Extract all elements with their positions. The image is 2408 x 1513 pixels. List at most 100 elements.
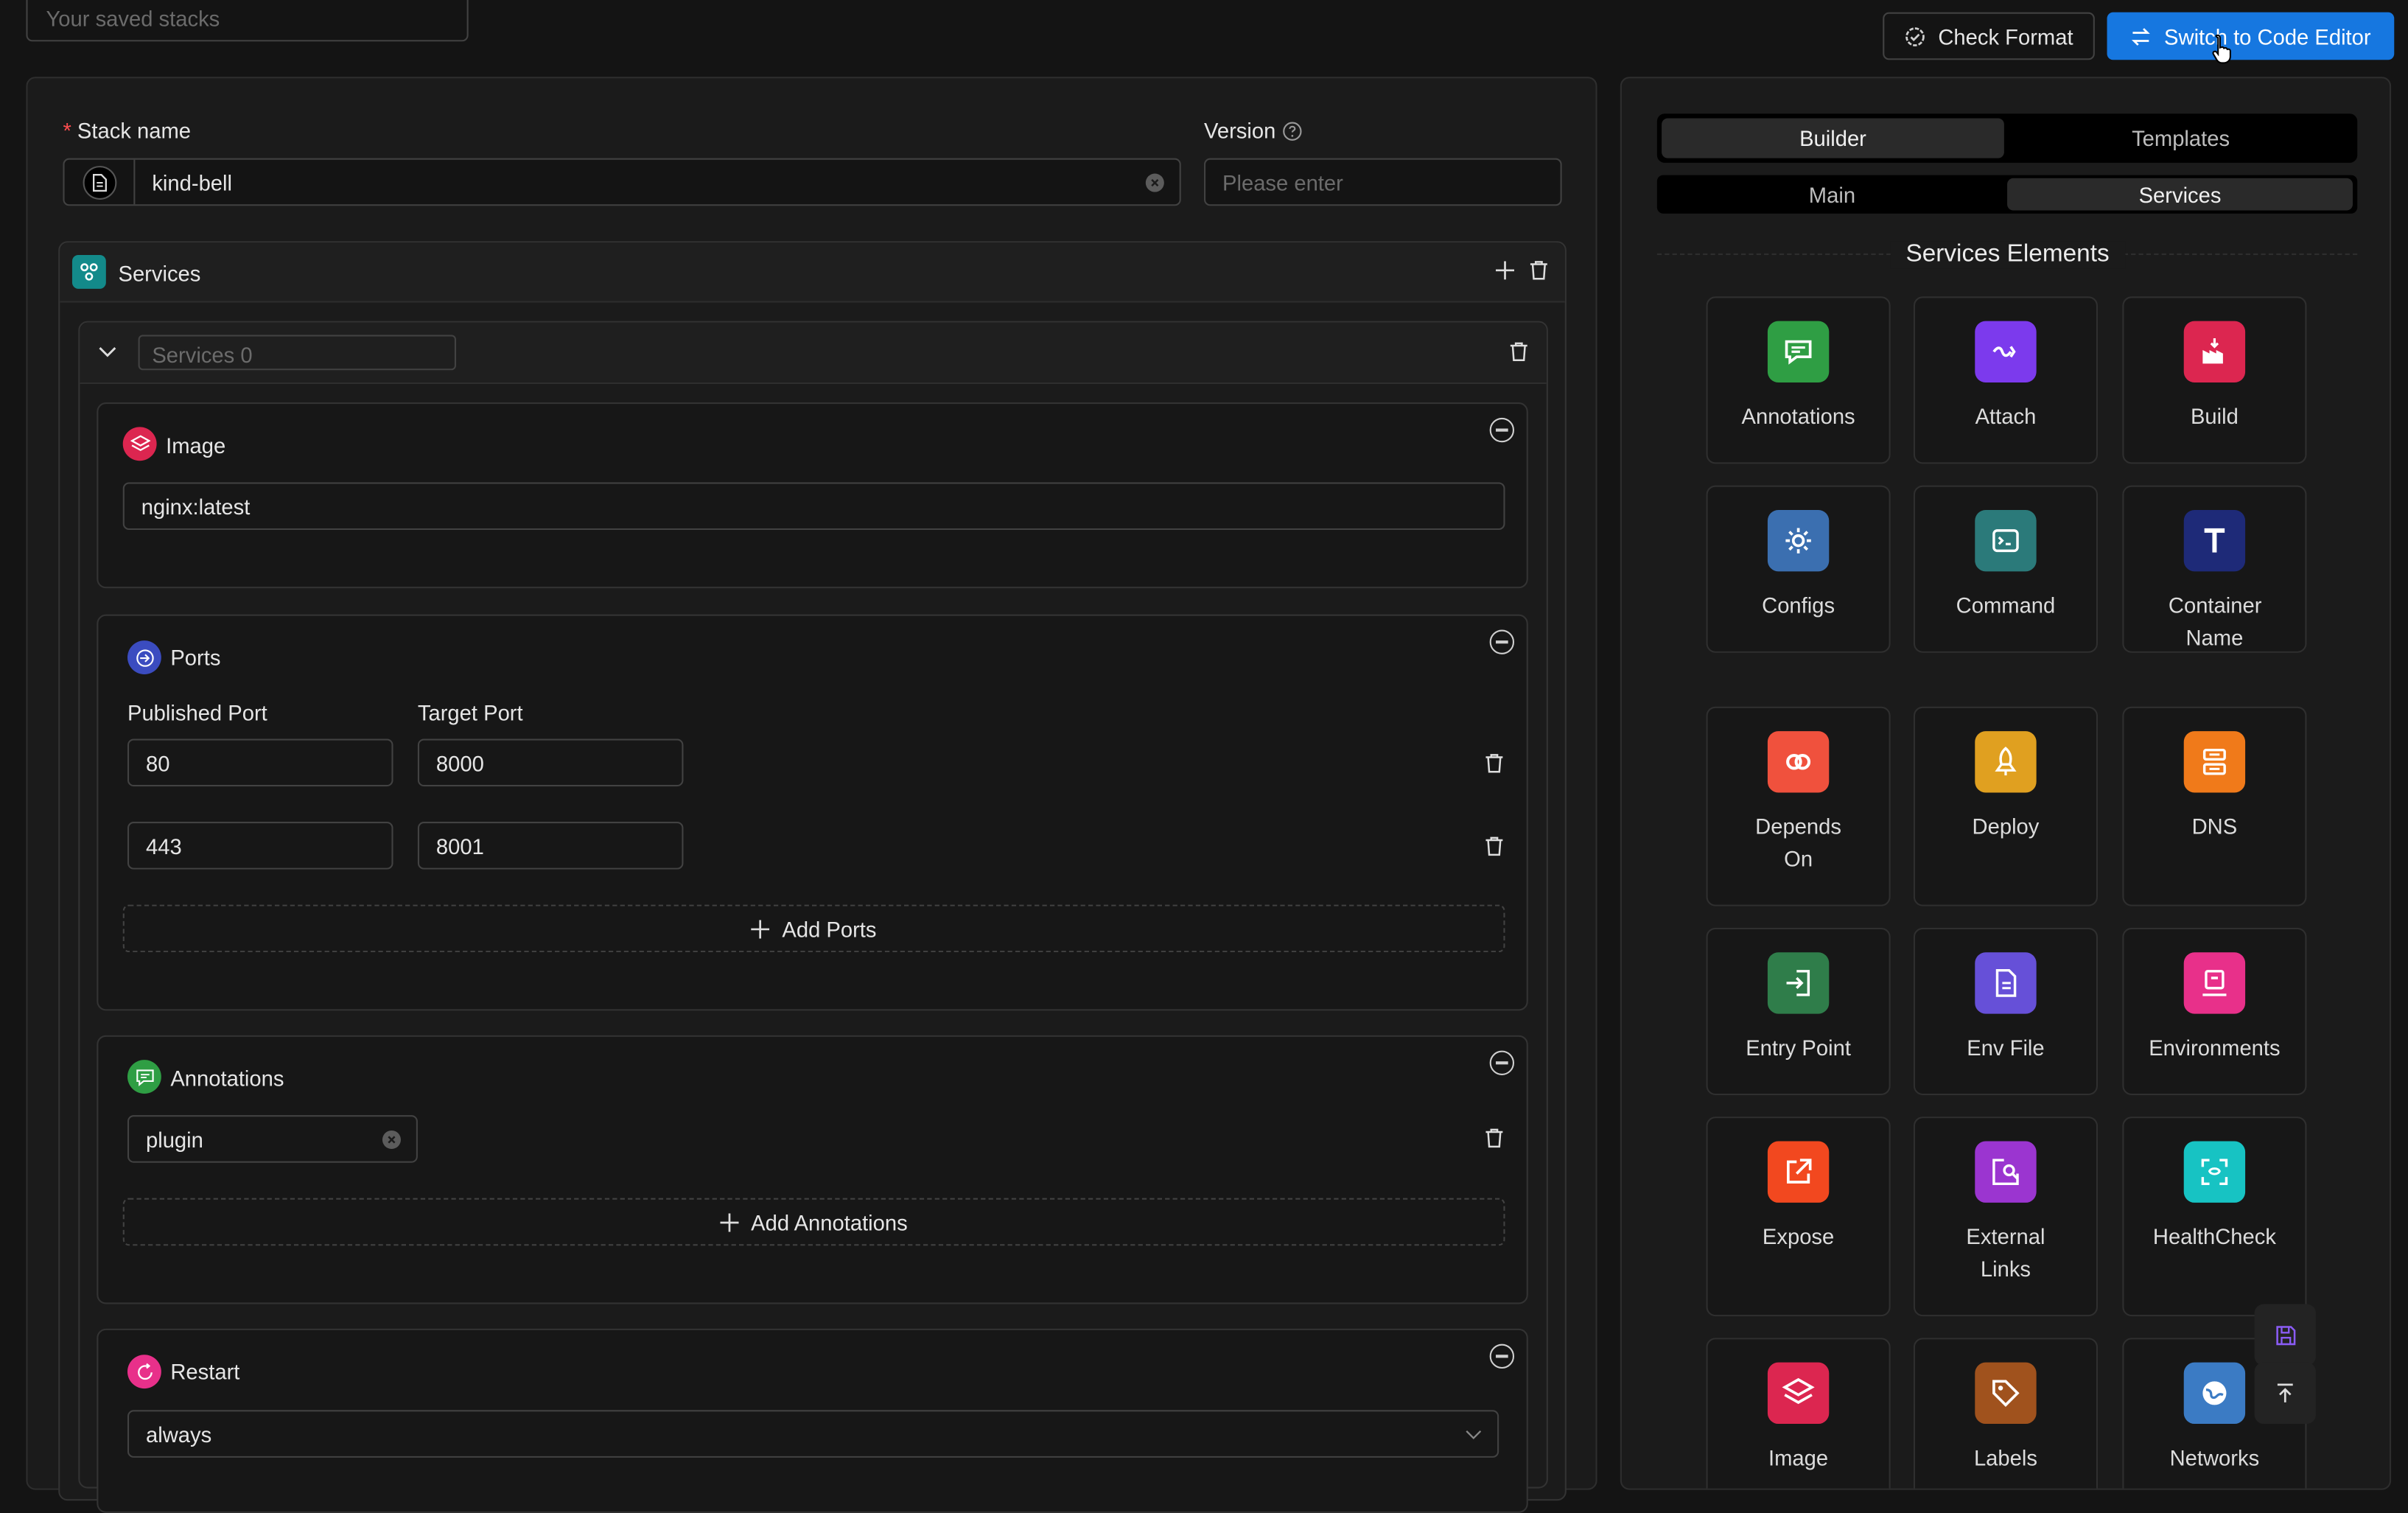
published-port-input[interactable]: 80 xyxy=(127,738,393,787)
trash-icon[interactable] xyxy=(1528,259,1550,281)
back-to-top-button[interactable] xyxy=(2254,1362,2316,1425)
element-tile-annotations[interactable]: Annotations xyxy=(1706,296,1891,464)
saved-stacks-placeholder: Your saved stacks xyxy=(46,6,220,31)
rocket-icon xyxy=(1975,731,2037,793)
remove-ports-icon[interactable] xyxy=(1489,629,1515,654)
stack-name-field[interactable]: kind-bell xyxy=(63,158,1181,206)
target-port-value: 8000 xyxy=(435,751,484,776)
image-card-title: Image xyxy=(166,433,226,458)
factory-icon xyxy=(2183,321,2246,382)
element-tile-environments[interactable]: Environments xyxy=(2122,927,2307,1096)
element-tile-build[interactable]: Build xyxy=(2122,296,2307,464)
add-ports-button[interactable]: Add Ports xyxy=(122,904,1505,953)
check-format-label: Check Format xyxy=(1938,24,2073,49)
trash-icon[interactable] xyxy=(1483,1128,1505,1149)
trash-icon[interactable] xyxy=(1508,341,1530,363)
trash-icon[interactable] xyxy=(1483,752,1505,774)
annotation-input[interactable]: plugin xyxy=(127,1115,418,1163)
file-icon xyxy=(1975,952,2037,1014)
annotations-card-title: Annotations xyxy=(170,1066,284,1091)
restart-select[interactable]: always xyxy=(127,1410,1499,1458)
chevron-down-icon[interactable] xyxy=(98,344,116,360)
restart-value: always xyxy=(145,1422,212,1447)
element-tile-container-name[interactable]: Container Name xyxy=(2122,485,2307,653)
target-port-value: 8001 xyxy=(435,834,484,859)
service-item: Services 0 Image nginx:latest Ports Publ… xyxy=(78,321,1548,1513)
element-tile-depends-on[interactable]: Depends On xyxy=(1706,706,1891,906)
element-tile-external-links[interactable]: External Links xyxy=(1913,1117,2099,1317)
tag-icon xyxy=(1975,1362,2037,1425)
stack-form-panel: * Stack name kind-bell Version Please en… xyxy=(26,77,1597,1513)
element-tile-label: Labels xyxy=(1973,1445,2037,1470)
server-icon xyxy=(2183,731,2246,793)
elements-sidebar: Builder Templates Main Services Services… xyxy=(1620,77,2392,1490)
restart-card-title: Restart xyxy=(170,1359,240,1384)
element-tile-expose[interactable]: Expose xyxy=(1706,1117,1891,1317)
save-icon xyxy=(2275,1325,2295,1345)
target-port-input[interactable]: 8001 xyxy=(417,822,684,870)
element-tile-attach[interactable]: Attach xyxy=(1913,296,2099,464)
ports-card: Ports Published Port Target Port 80 8000… xyxy=(97,614,1528,1011)
link-icon xyxy=(1975,321,2037,382)
element-tile-label: Environments xyxy=(2149,1035,2281,1061)
element-tile-label: Build xyxy=(2190,404,2239,429)
element-tile-label: External Links xyxy=(1966,1224,2045,1282)
external-icon xyxy=(1767,1141,1830,1203)
element-tile-label: Container Name xyxy=(2168,593,2262,650)
required-mark: * xyxy=(63,118,71,143)
target-port-input[interactable]: 8000 xyxy=(417,738,684,787)
element-tile-labels[interactable]: Labels xyxy=(1913,1338,2099,1489)
check-format-button[interactable]: Check Format xyxy=(1883,12,2095,60)
clear-icon[interactable] xyxy=(1145,173,1164,192)
element-tile-healthcheck[interactable]: HealthCheck xyxy=(2122,1117,2307,1317)
port-icon xyxy=(127,640,161,674)
element-tile-configs[interactable]: Configs xyxy=(1706,485,1891,653)
terminal-icon xyxy=(1975,509,2037,572)
services-icon xyxy=(71,254,106,289)
element-tile-label: Env File xyxy=(1967,1035,2045,1061)
saved-stacks-select[interactable]: Your saved stacks xyxy=(26,0,469,42)
element-tile-entry-point[interactable]: Entry Point xyxy=(1706,927,1891,1096)
published-port-label: Published Port xyxy=(127,700,267,725)
element-tile-deploy[interactable]: Deploy xyxy=(1913,706,2099,906)
element-tile-env-file[interactable]: Env File xyxy=(1913,927,2099,1096)
plus-icon xyxy=(751,919,770,938)
version-placeholder: Please enter xyxy=(1222,170,1343,195)
scan-icon xyxy=(2183,1141,2246,1203)
layers-icon xyxy=(1767,1362,1830,1425)
save-float-button[interactable] xyxy=(2254,1304,2316,1366)
add-annotations-button[interactable]: Add Annotations xyxy=(122,1198,1505,1246)
element-tile-label: Depends On xyxy=(1755,814,1841,871)
layers-icon xyxy=(122,427,157,461)
element-tile-label: HealthCheck xyxy=(2152,1224,2276,1249)
message-icon xyxy=(127,1060,161,1094)
text-t-icon xyxy=(2183,509,2246,572)
version-input[interactable]: Please enter xyxy=(1204,158,1562,206)
arrow-up-to-line-icon xyxy=(2277,1383,2293,1402)
published-port-input[interactable]: 443 xyxy=(127,822,393,870)
service-name-input[interactable]: Services 0 xyxy=(138,335,457,371)
file-icon xyxy=(82,165,116,199)
check-badge-icon xyxy=(1905,27,1925,46)
add-annotations-label: Add Annotations xyxy=(751,1209,908,1234)
plus-icon[interactable] xyxy=(1496,261,1515,280)
image-input[interactable]: nginx:latest xyxy=(122,482,1505,531)
remove-annotations-icon[interactable] xyxy=(1489,1050,1515,1075)
clear-icon[interactable] xyxy=(382,1130,401,1149)
stack-name-label: Stack name xyxy=(77,118,192,143)
image-value: nginx:latest xyxy=(141,495,251,520)
published-port-value: 80 xyxy=(145,751,170,776)
services-section: Services Services 0 Image nginx:latest P… xyxy=(58,241,1567,1513)
element-tile-dns[interactable]: DNS xyxy=(2122,706,2307,906)
remove-restart-icon[interactable] xyxy=(1489,1343,1515,1369)
message-icon xyxy=(1767,321,1830,382)
switch-to-code-editor-button[interactable]: Switch to Code Editor xyxy=(2107,12,2395,60)
element-tile-label: Networks xyxy=(2169,1445,2260,1470)
trash-icon[interactable] xyxy=(1483,836,1505,857)
remove-image-icon[interactable] xyxy=(1489,417,1515,443)
version-label-row: Version xyxy=(1204,118,1302,143)
element-tile-image[interactable]: Image xyxy=(1706,1338,1891,1489)
chain-icon xyxy=(1767,731,1830,793)
version-label: Version xyxy=(1204,118,1276,143)
element-tile-command[interactable]: Command xyxy=(1913,485,2099,653)
